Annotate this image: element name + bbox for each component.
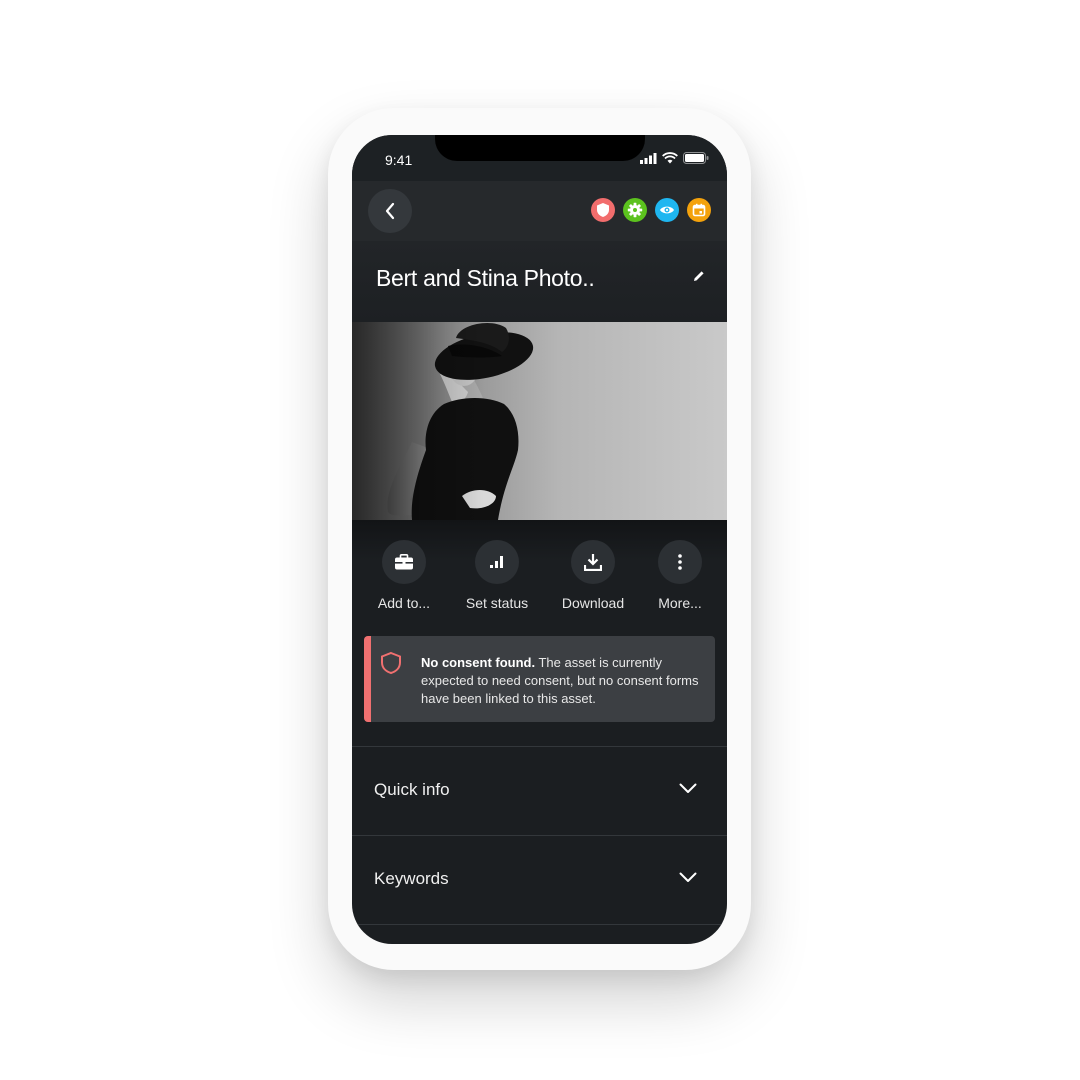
- asset-photo[interactable]: [352, 322, 727, 520]
- consent-alert: No consent found. The asset is currently…: [364, 636, 715, 722]
- download-action[interactable]: Download: [543, 540, 643, 611]
- add-to-label: Add to...: [377, 595, 431, 611]
- next-section[interactable]: [352, 924, 727, 944]
- keywords-section[interactable]: Keywords: [352, 835, 727, 925]
- more-vertical-icon: [678, 554, 682, 570]
- eye-icon: [660, 206, 674, 214]
- add-to-action[interactable]: Add to...: [354, 540, 454, 611]
- nav-bar: [352, 181, 727, 241]
- download-icon: [584, 554, 602, 571]
- alert-accent-stripe: [364, 636, 371, 722]
- download-button[interactable]: [571, 540, 615, 584]
- status-badges: [591, 198, 711, 222]
- quick-info-label: Quick info: [374, 780, 450, 799]
- signal-icon: [640, 152, 657, 164]
- portrait-image: [352, 322, 727, 520]
- shield-outline-icon: [381, 651, 401, 675]
- app-screen: 9:41 Bert and Stina Photo.. Add to... Se…: [352, 135, 727, 944]
- set-status-action[interactable]: Set status: [447, 540, 547, 611]
- pencil-icon: [694, 271, 704, 281]
- set-status-label: Set status: [465, 595, 529, 611]
- edit-title-button[interactable]: [693, 269, 705, 287]
- alert-title: No consent found.: [421, 655, 536, 670]
- notch: [435, 135, 645, 161]
- asset-title: Bert and Stina Photo..: [376, 265, 595, 291]
- chevron-left-icon: [385, 202, 395, 220]
- action-row: Add to... Set status Download More...: [352, 520, 727, 620]
- battery-icon: [683, 152, 709, 164]
- add-to-button[interactable]: [382, 540, 426, 584]
- set-status-button[interactable]: [475, 540, 519, 584]
- calendar-icon: [692, 203, 706, 217]
- bar-chart-icon: [490, 556, 503, 568]
- calendar-badge[interactable]: [687, 198, 711, 222]
- wifi-icon: [662, 152, 678, 164]
- gear-icon: [627, 202, 643, 218]
- title-area: Bert and Stina Photo..: [352, 241, 727, 322]
- gear-badge[interactable]: [623, 198, 647, 222]
- download-label: Download: [561, 595, 625, 611]
- more-action[interactable]: More...: [630, 540, 727, 611]
- eye-badge[interactable]: [655, 198, 679, 222]
- keywords-label: Keywords: [374, 869, 449, 888]
- briefcase-icon: [395, 554, 413, 570]
- back-button[interactable]: [368, 189, 412, 233]
- shield-icon: [597, 203, 609, 217]
- chevron-down-icon: [679, 783, 697, 793]
- shield-badge[interactable]: [591, 198, 615, 222]
- more-label: More...: [658, 595, 702, 611]
- status-icons: [640, 152, 709, 164]
- chevron-down-icon: [679, 872, 697, 882]
- status-time: 9:41: [385, 152, 413, 168]
- more-button[interactable]: [658, 540, 702, 584]
- quick-info-section[interactable]: Quick info: [352, 746, 727, 836]
- alert-text: No consent found. The asset is currently…: [421, 654, 706, 708]
